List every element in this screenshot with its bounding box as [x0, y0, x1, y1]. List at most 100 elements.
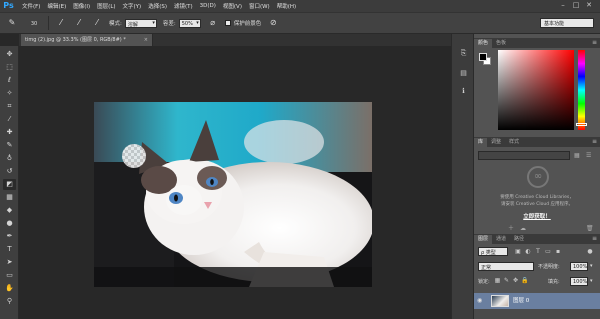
- lock-all-icon[interactable]: 🔒: [521, 277, 528, 285]
- eraser-tool-icon[interactable]: ◩: [3, 179, 16, 190]
- gradient-tool-icon[interactable]: ▦: [3, 192, 16, 203]
- move-tool-icon[interactable]: ✥: [3, 49, 16, 60]
- library-cloud-icon[interactable]: ☁: [520, 224, 528, 233]
- document-tab[interactable]: timg (2).jpg @ 33.3% (图层 0, RGB/8#) * ×: [21, 34, 153, 46]
- grid-view-icon[interactable]: ▦: [574, 151, 582, 160]
- workspace-select[interactable]: 基本功能: [540, 18, 594, 28]
- cat-photo[interactable]: [94, 102, 372, 287]
- fill-dropdown-icon[interactable]: ▾: [590, 278, 593, 284]
- blur-tool-icon[interactable]: ◆: [3, 205, 16, 216]
- dodge-tool-icon[interactable]: ●: [3, 218, 16, 229]
- menu-filter[interactable]: 滤镜(T): [174, 2, 193, 10]
- tab-paths[interactable]: 路径: [510, 235, 528, 244]
- airbrush-icon[interactable]: ⌀: [207, 17, 219, 29]
- panel-menu-icon[interactable]: ≡: [592, 137, 597, 147]
- menu-window[interactable]: 窗口(W): [249, 2, 270, 10]
- filter-toggle-icon[interactable]: ●: [586, 247, 594, 256]
- eraser-tool-preset-icon[interactable]: ✎: [6, 17, 18, 29]
- hue-slider-handle[interactable]: [576, 123, 587, 126]
- panel-menu-icon[interactable]: ≡: [592, 38, 597, 48]
- type-tool-icon[interactable]: T: [3, 244, 16, 255]
- tab-adjustments[interactable]: 调整: [487, 138, 505, 147]
- add-content-icon[interactable]: ＋: [508, 224, 516, 233]
- library-message-line2: 请安装 Creative Cloud 应用程序。: [500, 202, 573, 207]
- layer-row[interactable]: ◉ 图层 0: [474, 293, 600, 309]
- library-panel-tabs: 库 调整 样式 ≡: [474, 137, 600, 147]
- tolerance-label: 容差:: [162, 21, 176, 27]
- protect-foreground-checkbox[interactable]: [224, 20, 231, 26]
- tab-channels[interactable]: 通道: [492, 235, 510, 244]
- tolerance-input[interactable]: 50%: [178, 18, 201, 28]
- library-select[interactable]: [478, 151, 570, 160]
- tab-color[interactable]: 颜色: [474, 39, 493, 48]
- right-panels: 颜色 色板 ≡ 库 调整 样式 ≡ ▦ ☰ ∞ 要使用 Creative Clo…: [474, 34, 600, 319]
- lock-transparent-icon[interactable]: ▦: [494, 277, 501, 285]
- close-tab-icon[interactable]: ×: [144, 34, 148, 46]
- maximize-button[interactable]: □: [571, 1, 581, 10]
- quick-select-tool-icon[interactable]: ✧: [3, 88, 16, 99]
- tab-styles[interactable]: 样式: [505, 138, 523, 147]
- history-panel-icon[interactable]: ⎘: [458, 48, 469, 59]
- marquee-tool-icon[interactable]: ⬚: [3, 62, 16, 73]
- get-it-now-link[interactable]: 立即获取！: [474, 212, 600, 220]
- brush-size-picker[interactable]: 30: [26, 17, 42, 29]
- filter-pixel-icon[interactable]: ▣: [514, 247, 522, 256]
- menu-help[interactable]: 帮助(H): [277, 2, 296, 10]
- shape-tool-icon[interactable]: ▭: [3, 270, 16, 281]
- clone-stamp-tool-icon[interactable]: ♁: [3, 153, 16, 164]
- brush-cursor: [122, 144, 146, 168]
- collapsed-panel-strip: ⎘ ▤ ℹ: [451, 34, 474, 319]
- color-field[interactable]: [498, 50, 574, 130]
- tab-swatches[interactable]: 色板: [492, 39, 510, 48]
- menu-type[interactable]: 文字(Y): [123, 2, 142, 10]
- opacity-input[interactable]: 100%: [570, 262, 588, 271]
- sample-once-icon[interactable]: ⁄: [55, 17, 67, 29]
- layer-filter-select[interactable]: ρ 类型: [478, 247, 508, 256]
- close-window-button[interactable]: ✕: [584, 1, 594, 10]
- opacity-dropdown-icon[interactable]: ▾: [590, 263, 593, 269]
- limits-select[interactable]: 溶解: [124, 18, 157, 28]
- sample-continuous-icon[interactable]: ⁄: [73, 17, 85, 29]
- filter-adjustment-icon[interactable]: ◐: [524, 247, 532, 256]
- filter-shape-icon[interactable]: ▭: [544, 247, 552, 256]
- lock-pixels-icon[interactable]: ✎: [503, 277, 510, 285]
- zoom-tool-icon[interactable]: ⚲: [3, 296, 16, 307]
- sample-swatch-icon[interactable]: ⁄: [91, 17, 103, 29]
- info-panel-icon[interactable]: ℹ: [458, 86, 469, 97]
- menu-layer[interactable]: 图层(L): [97, 2, 115, 10]
- menu-select[interactable]: 选择(S): [148, 2, 167, 10]
- hue-slider[interactable]: [578, 50, 585, 130]
- crop-tool-icon[interactable]: ⌗: [3, 101, 16, 112]
- tab-layers[interactable]: 图层: [474, 235, 493, 244]
- pen-tool-icon[interactable]: ✒: [3, 231, 16, 242]
- pressure-icon[interactable]: ⊘: [267, 17, 279, 29]
- minimize-button[interactable]: –: [558, 1, 568, 10]
- history-brush-tool-icon[interactable]: ↺: [3, 166, 16, 177]
- menu-view[interactable]: 视图(V): [223, 2, 242, 10]
- blend-mode-select[interactable]: 正常: [478, 262, 534, 271]
- list-view-icon[interactable]: ☰: [586, 151, 594, 160]
- properties-panel-icon[interactable]: ▤: [458, 68, 469, 79]
- fill-input[interactable]: 100%: [570, 277, 588, 286]
- library-delete-icon[interactable]: 🗑: [586, 224, 594, 233]
- hand-tool-icon[interactable]: ✋: [3, 283, 16, 294]
- lock-position-icon[interactable]: ✥: [512, 277, 519, 285]
- foreground-color-swatch[interactable]: [479, 53, 487, 61]
- lasso-tool-icon[interactable]: ℓ: [3, 75, 16, 86]
- menu-bar: Ps 文件(F) 编辑(E) 图像(I) 图层(L) 文字(Y) 选择(S) 滤…: [0, 0, 600, 12]
- layer-name[interactable]: 图层 0: [513, 293, 529, 309]
- panel-menu-icon[interactable]: ≡: [592, 234, 597, 244]
- menu-3d[interactable]: 3D(D): [200, 3, 216, 9]
- menu-file[interactable]: 文件(F): [22, 2, 40, 10]
- menu-image[interactable]: 图像(I): [73, 2, 90, 10]
- brush-tool-icon[interactable]: ✎: [3, 140, 16, 151]
- tab-libraries[interactable]: 库: [474, 138, 488, 147]
- eyedropper-tool-icon[interactable]: ⁄: [3, 114, 16, 125]
- path-selection-tool-icon[interactable]: ➤: [3, 257, 16, 268]
- separator: [48, 16, 49, 30]
- filter-smart-object-icon[interactable]: ▪: [554, 247, 562, 256]
- filter-type-icon[interactable]: T: [534, 247, 542, 256]
- healing-brush-tool-icon[interactable]: ✚: [3, 127, 16, 138]
- menu-edit[interactable]: 编辑(E): [47, 2, 66, 10]
- visibility-eye-icon[interactable]: ◉: [477, 297, 485, 305]
